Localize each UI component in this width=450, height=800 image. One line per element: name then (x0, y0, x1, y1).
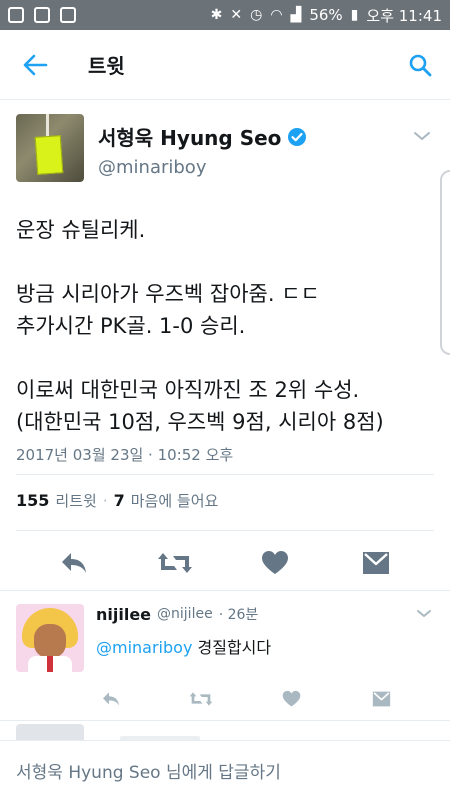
reply-text: @minariboy 경질합시다 (96, 634, 434, 658)
reply-icon (103, 692, 119, 706)
divider (16, 474, 434, 475)
retweet-count[interactable]: 155 (16, 491, 49, 510)
tweet-menu-button[interactable] (410, 124, 434, 148)
tweet-text: 운장 슈틸리케. 방금 시리아가 우즈벡 잡아줌. ㄷㄷ 추가시간 PK골. 1… (16, 218, 384, 434)
back-button[interactable] (0, 30, 70, 100)
divider (0, 590, 450, 591)
author-handle[interactable]: @minariboy (98, 157, 307, 178)
reply-icon (62, 553, 87, 573)
chevron-down-icon (414, 132, 430, 140)
search-icon (409, 54, 432, 76)
clock: 오후 11:41 (366, 6, 442, 25)
reply-button[interactable] (96, 684, 126, 714)
reply-mention-link[interactable]: @minariboy (96, 638, 192, 657)
direct-message-button[interactable] (356, 543, 396, 583)
like-count[interactable]: 7 (114, 491, 125, 510)
status-notification-icons (8, 7, 76, 23)
verified-badge-icon (288, 127, 307, 146)
reply-header: nijilee @nijilee · 26분 (96, 604, 434, 624)
retweet-button[interactable] (155, 543, 195, 583)
reply-text-body: 경질합시다 (192, 638, 272, 657)
status-bar: ✱ ✕ ◷ ◠ ▟ 56% ▮ 오후 11:41 (0, 0, 450, 30)
back-arrow-icon (23, 54, 48, 75)
reply-menu-button[interactable] (414, 604, 434, 624)
chevron-down-icon (417, 610, 431, 617)
tweet-detail: 서형욱 Hyung Seo @minariboy 운장 슈틸리케. 방금 시리아… (0, 100, 450, 465)
author-display-name[interactable]: 서형욱 Hyung Seo (98, 122, 307, 151)
reply-author-handle[interactable]: @nijilee (157, 606, 213, 622)
avatar[interactable] (16, 114, 84, 182)
divider (16, 530, 434, 531)
status-right: ✱ ✕ ◷ ◠ ▟ 56% ▮ 오후 11:41 (211, 5, 442, 26)
direct-message-icon (362, 552, 389, 574)
search-button[interactable] (390, 30, 450, 100)
tweet-timestamp: 2017년 03월 23일 · 10:52 오후 (16, 446, 234, 464)
direct-message-button[interactable] (366, 684, 396, 714)
direct-message-icon (372, 691, 390, 707)
like-button[interactable] (276, 684, 306, 714)
author-name-text: 서형욱 Hyung Seo (98, 126, 282, 150)
heart-icon (282, 690, 300, 707)
reply-body: nijilee @nijilee · 26분 @minariboy 경질합시다 (96, 604, 434, 672)
reply-time: · 26분 (218, 607, 259, 623)
notification-icon (60, 7, 76, 23)
tweet-action-bar (0, 538, 450, 588)
reply-tweet[interactable]: nijilee @nijilee · 26분 @minariboy 경질합시다 (16, 604, 434, 707)
battery-percent: 56% (309, 6, 343, 24)
reply-button[interactable] (54, 543, 94, 583)
reply-action-bar (96, 684, 396, 714)
heart-icon (262, 551, 289, 574)
stats-separator: · (102, 491, 108, 510)
retweet-label[interactable]: 리트윗 (55, 490, 96, 511)
wifi-icon: ◠ (270, 7, 283, 23)
notification-icon (34, 7, 50, 23)
reply-author-name[interactable]: nijilee (96, 605, 151, 624)
like-label[interactable]: 마음에 들어요 (131, 490, 219, 511)
tweet-header: 서형욱 Hyung Seo @minariboy (16, 114, 434, 184)
reply-composer[interactable]: 서형욱 Hyung Seo 님에게 답글하기 (0, 740, 450, 800)
signal-icon: ▟ (290, 7, 302, 23)
mute-icon: ✕ (230, 7, 243, 23)
page-title: 트윗 (88, 54, 125, 78)
author-block: 서형욱 Hyung Seo @minariboy (98, 122, 307, 184)
tweet-stats: 155 리트윗 · 7 마음에 들어요 (16, 490, 218, 511)
divider (0, 720, 450, 721)
avatar[interactable] (16, 604, 84, 672)
notification-icon (8, 7, 24, 23)
like-button[interactable] (255, 543, 295, 583)
bluetooth-icon: ✱ (210, 7, 223, 23)
battery-icon: ▮ (350, 7, 359, 23)
reply-composer-placeholder: 서형욱 Hyung Seo 님에게 답글하기 (16, 763, 281, 783)
top-app-bar: 트윗 (0, 30, 450, 100)
alarm-icon: ◷ (250, 7, 263, 23)
retweet-icon (189, 692, 213, 706)
retweet-button[interactable] (186, 684, 216, 714)
retweet-icon (157, 553, 192, 573)
